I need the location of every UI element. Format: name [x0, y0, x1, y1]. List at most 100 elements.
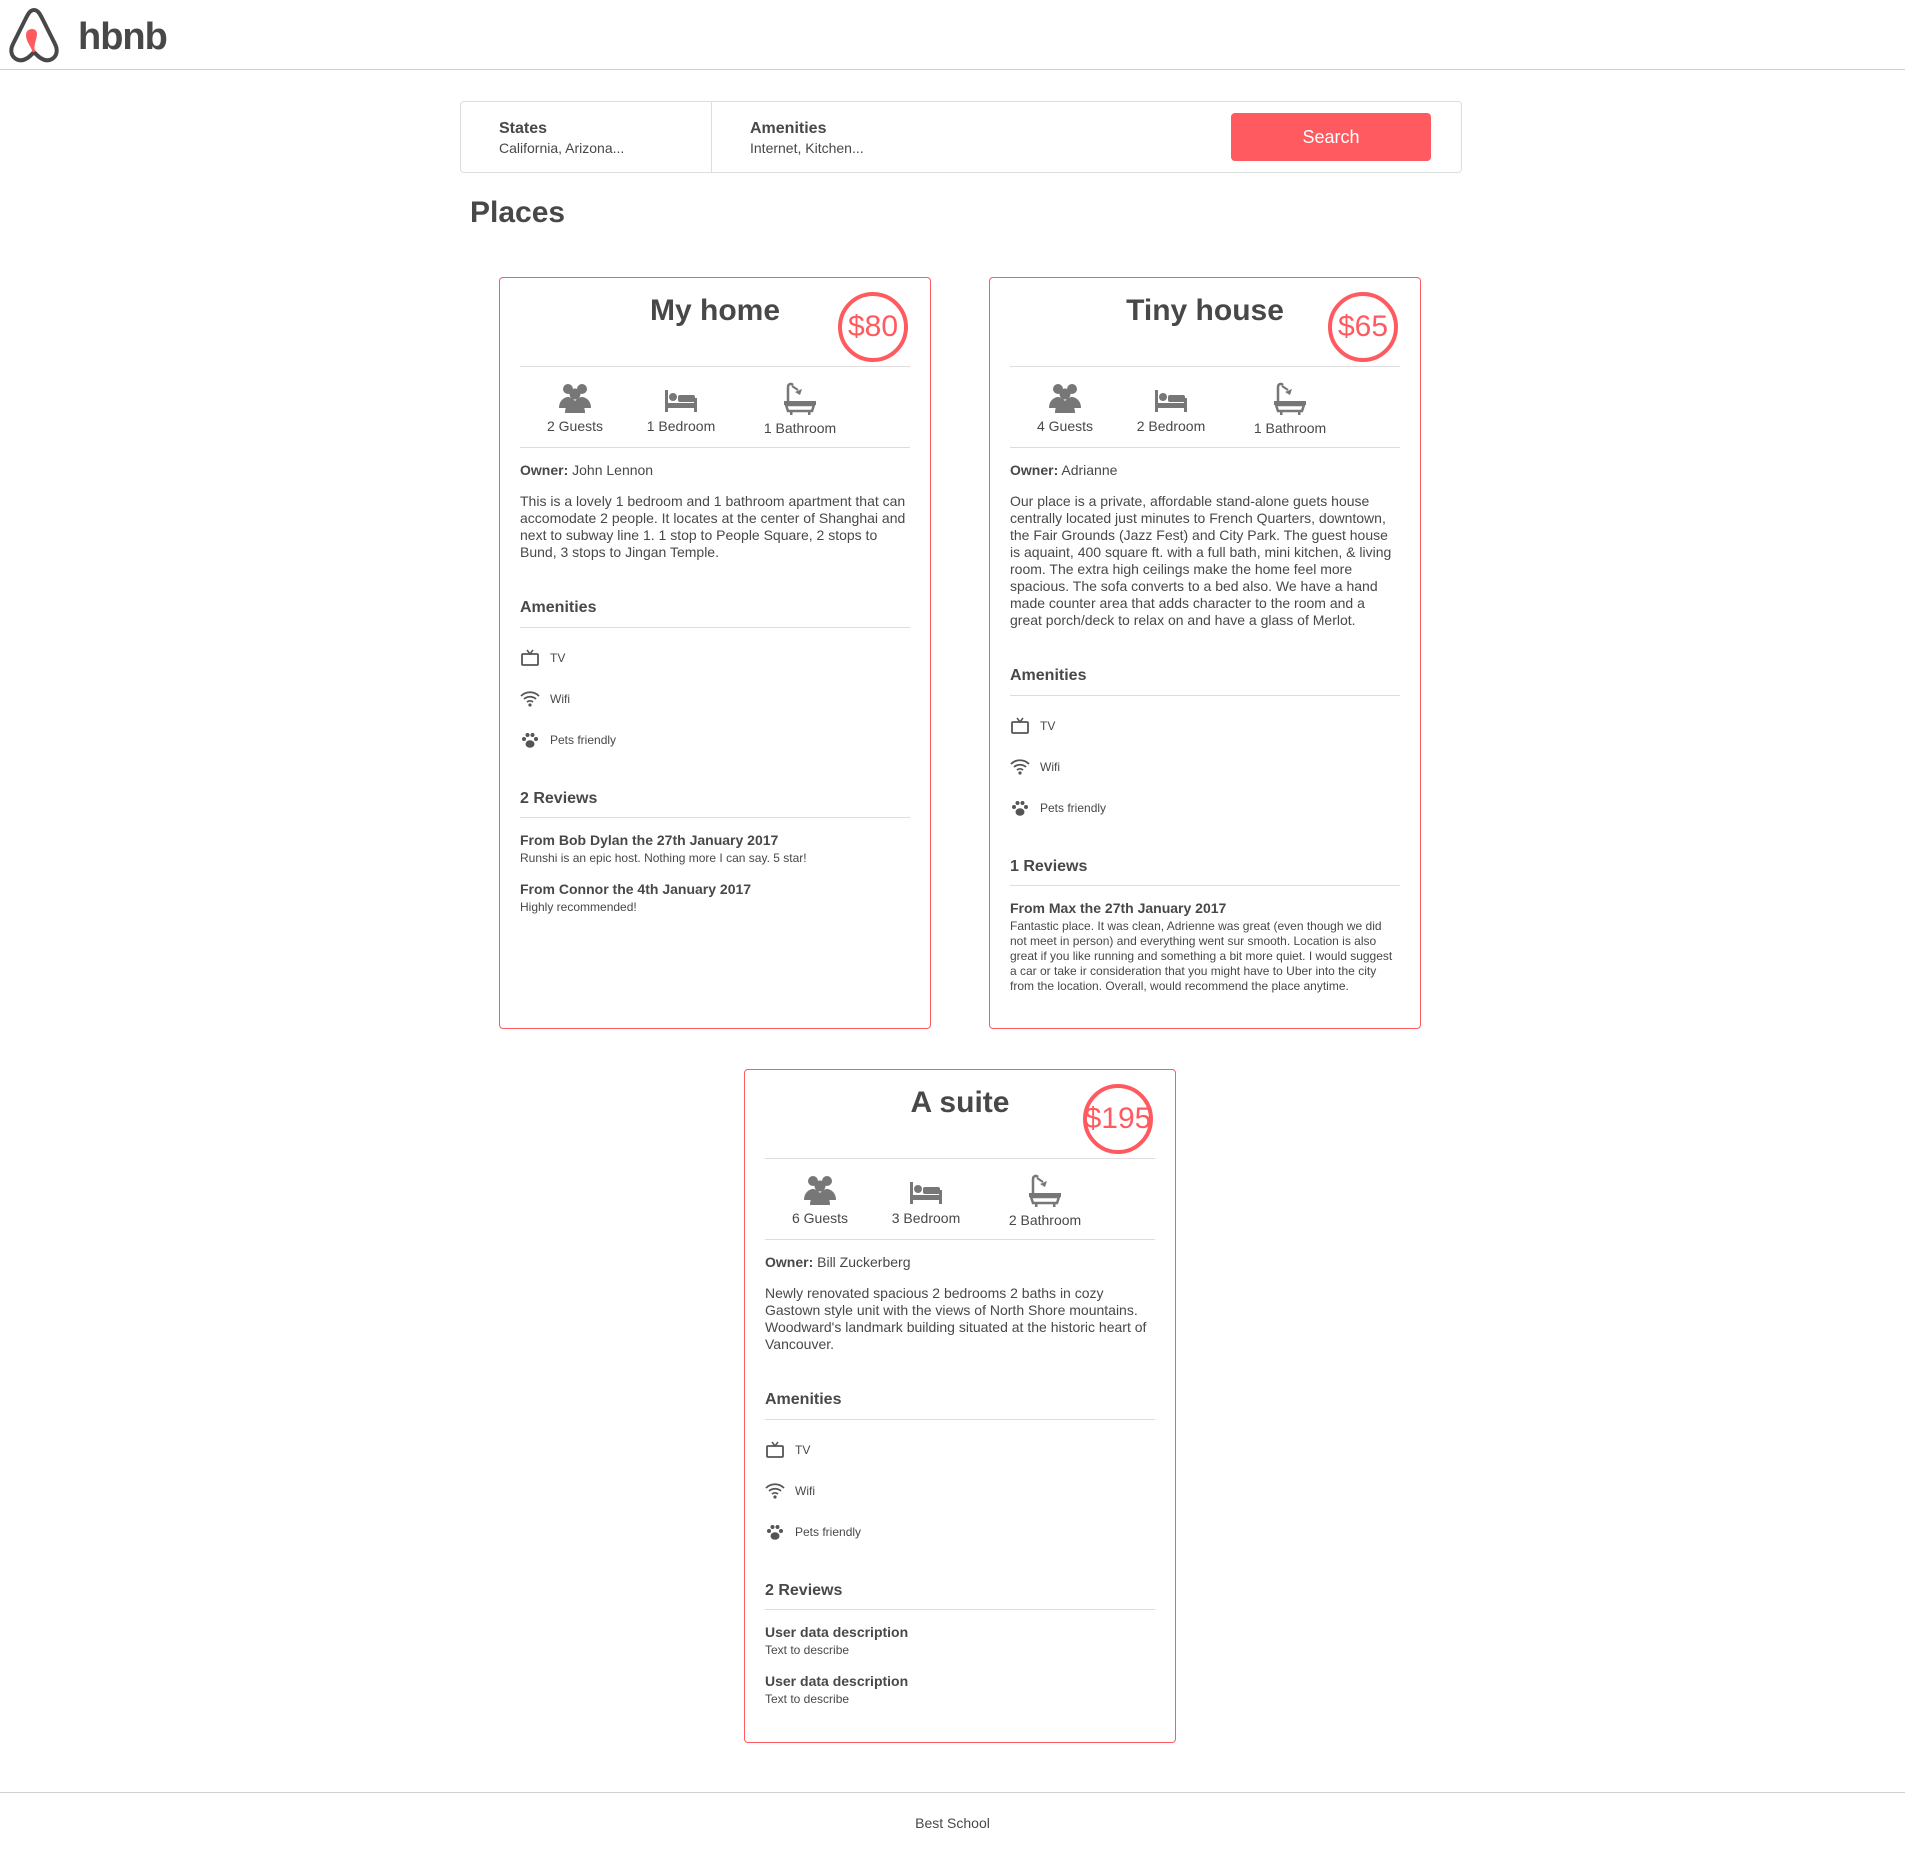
amenities-filter-value: Internet, Kitchen...	[750, 140, 864, 156]
bed-icon	[910, 1182, 942, 1204]
bedrooms-label: 3 Bedroom	[891, 1210, 961, 1226]
divider	[1010, 366, 1400, 367]
amenities-title: Amenities	[765, 1391, 842, 1408]
guests-info: 4 Guests	[1010, 382, 1120, 434]
bathtub-icon	[1274, 382, 1306, 415]
guests-icon	[559, 384, 591, 413]
guests-label: 4 Guests	[1036, 418, 1094, 434]
divider	[1010, 695, 1400, 696]
wifi-icon	[520, 691, 540, 707]
review-title: User data description	[765, 1624, 909, 1640]
wifi-icon	[1010, 759, 1030, 775]
tv-icon	[1011, 717, 1029, 734]
bedrooms-info: 2 Bedroom	[1116, 386, 1226, 434]
bedrooms-info: 1 Bedroom	[626, 386, 736, 434]
divider	[765, 1158, 1155, 1159]
site-footer: Best School	[0, 1792, 1905, 1854]
guests-icon	[804, 1176, 836, 1205]
amenities-filter[interactable]: Amenities Internet, Kitchen...	[712, 102, 1112, 172]
review-title: From Max the 27th January 2017	[1010, 900, 1227, 916]
divider	[520, 627, 910, 628]
amenities-filter-title: Amenities	[750, 120, 827, 137]
guests-icon	[1049, 384, 1081, 413]
place-description: This is a lovely 1 bedroom and 1 bathroo…	[520, 493, 906, 560]
review-text: Runshi is an epic host. Nothing more I c…	[520, 851, 807, 865]
bed-icon	[665, 390, 697, 412]
amenity-label: Pets friendly	[550, 733, 617, 747]
place-info: 2 Guests 1 Bedroom 1 Bathroom	[520, 382, 910, 462]
states-filter-title: States	[499, 120, 548, 137]
amenity-label: Wifi	[550, 692, 570, 706]
divider	[520, 366, 910, 367]
reviews-title: 2 Reviews	[520, 790, 598, 807]
guests-info: 6 Guests	[765, 1174, 875, 1226]
wifi-icon	[765, 1483, 785, 1499]
place-description: Newly renovated spacious 2 bedrooms 2 ba…	[765, 1285, 1147, 1352]
paw-icon	[522, 733, 538, 748]
amenity-label: Wifi	[1040, 760, 1060, 774]
filters-bar: States California, Arizona... Amenities …	[460, 101, 1462, 173]
price-badge: $195	[1083, 1084, 1153, 1154]
place-card: Tiny house $65 4 Guests 2 Bedroom 1 Bath…	[989, 277, 1421, 1029]
place-description: Our place is a private, affordable stand…	[1010, 493, 1392, 628]
bathrooms-label: 1 Bathroom	[1253, 420, 1327, 436]
price-badge: $65	[1328, 292, 1398, 362]
paw-icon	[1012, 801, 1028, 816]
guests-label: 2 Guests	[546, 418, 604, 434]
owner-name: Adrianne	[1061, 462, 1118, 478]
divider	[1010, 885, 1400, 886]
bathtub-icon	[784, 382, 816, 415]
owner-label: Owner:	[520, 462, 569, 478]
bed-icon	[1155, 390, 1187, 412]
review-text: Text to describe	[765, 1692, 850, 1706]
footer-text: Best School	[915, 1815, 990, 1831]
place-info: 4 Guests 2 Bedroom 1 Bathroom	[1010, 382, 1400, 462]
bathtub-icon	[1029, 1174, 1061, 1207]
amenity-label: TV	[795, 1443, 811, 1457]
reviews-title: 2 Reviews	[765, 1582, 843, 1599]
tv-icon	[766, 1441, 784, 1458]
owner-line: Owner: Adrianne	[1010, 462, 1400, 478]
amenities-title: Amenities	[1010, 667, 1087, 684]
states-filter-value: California, Arizona...	[499, 140, 625, 156]
amenity-label: Pets friendly	[1040, 801, 1107, 815]
bedrooms-info: 3 Bedroom	[871, 1178, 981, 1226]
review-title: User data description	[765, 1673, 909, 1689]
logo[interactable]: hbnb	[6, 6, 168, 64]
owner-name: John Lennon	[572, 462, 654, 478]
review-title: From Connor the 4th January 2017	[520, 881, 752, 897]
review-text: Fantastic place. It was clean, Adrienne …	[1010, 919, 1393, 993]
states-filter[interactable]: States California, Arizona...	[461, 102, 712, 172]
bathrooms-info: 1 Bathroom	[1235, 382, 1345, 436]
owner-line: Owner: Bill Zuckerberg	[765, 1254, 1155, 1270]
guests-info: 2 Guests	[520, 382, 630, 434]
divider	[520, 817, 910, 818]
tv-icon	[521, 649, 539, 666]
review-text: Text to describe	[765, 1643, 850, 1657]
owner-label: Owner:	[1010, 462, 1059, 478]
bathrooms-label: 1 Bathroom	[763, 420, 837, 436]
bedrooms-label: 1 Bedroom	[646, 418, 716, 434]
divider	[765, 1419, 1155, 1420]
places-title: Places	[470, 196, 566, 229]
divider	[765, 1239, 1155, 1240]
bathrooms-info: 2 Bathroom	[990, 1174, 1100, 1228]
reviews-title: 1 Reviews	[1010, 858, 1088, 875]
bathrooms-info: 1 Bathroom	[745, 382, 855, 436]
guests-label: 6 Guests	[791, 1210, 849, 1226]
owner-line: Owner: John Lennon	[520, 462, 910, 478]
amenity-label: Pets friendly	[795, 1525, 862, 1539]
divider	[1010, 447, 1400, 448]
review-title: From Bob Dylan the 27th January 2017	[520, 832, 779, 848]
review-text: Highly recommended!	[520, 900, 637, 914]
place-card: My home $80 2 Guests 1 Bedroom 1 Bathroo…	[499, 277, 931, 1029]
site-header: hbnb	[0, 0, 1905, 70]
search-button[interactable]: Search	[1231, 113, 1431, 161]
price-badge: $80	[838, 292, 908, 362]
bedrooms-label: 2 Bedroom	[1136, 418, 1206, 434]
place-card: A suite $195 6 Guests 3 Bedroom 2 Bathro…	[744, 1069, 1176, 1743]
paw-icon	[767, 1525, 783, 1540]
owner-label: Owner:	[765, 1254, 814, 1270]
airbnb-logo-icon	[9, 8, 59, 63]
divider	[520, 447, 910, 448]
